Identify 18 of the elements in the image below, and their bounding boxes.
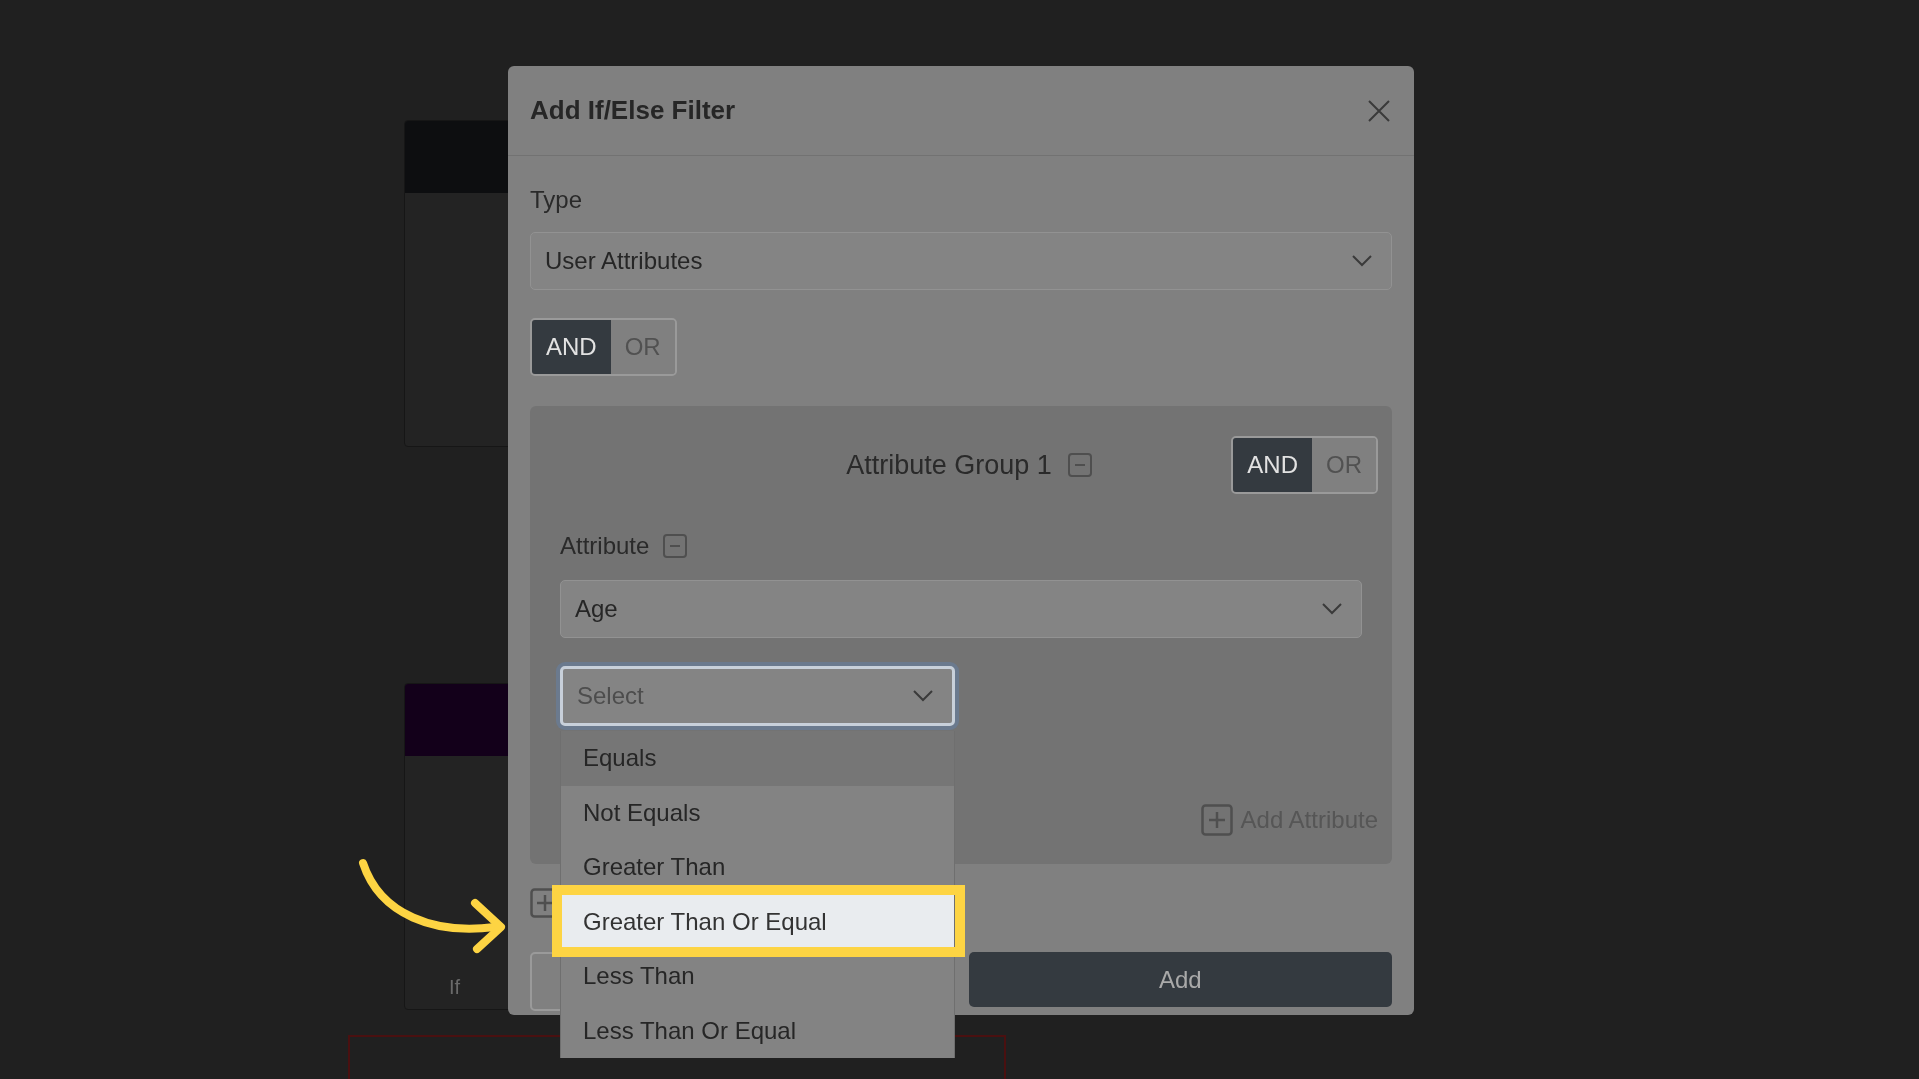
minus-square-icon[interactable]	[663, 534, 688, 558]
toggle-option[interactable]: AND	[1233, 438, 1312, 492]
add-button[interactable]: Add	[968, 952, 1392, 1007]
dropdown-option[interactable]: Equals	[561, 731, 954, 786]
field-label: Type	[530, 186, 584, 214]
group-title: Attribute Group 1	[846, 449, 1052, 481]
toggle-option[interactable]: AND	[532, 320, 611, 374]
field-label: Attribute	[560, 532, 650, 560]
chevron-down-icon	[1321, 602, 1343, 616]
dialog-title: Add If/Else Filter	[530, 95, 736, 126]
chevron-down-icon	[1351, 254, 1373, 268]
dropdown-option[interactable]: Greater Than Or Equal	[561, 894, 954, 949]
close-icon[interactable]	[1366, 97, 1392, 124]
node-label: If	[449, 976, 461, 999]
attribute-select[interactable]: Age	[560, 580, 1362, 638]
type-select[interactable]: User Attributes	[530, 232, 1392, 290]
chevron-down-icon	[912, 689, 934, 703]
minus-square-icon[interactable]	[1067, 453, 1092, 477]
